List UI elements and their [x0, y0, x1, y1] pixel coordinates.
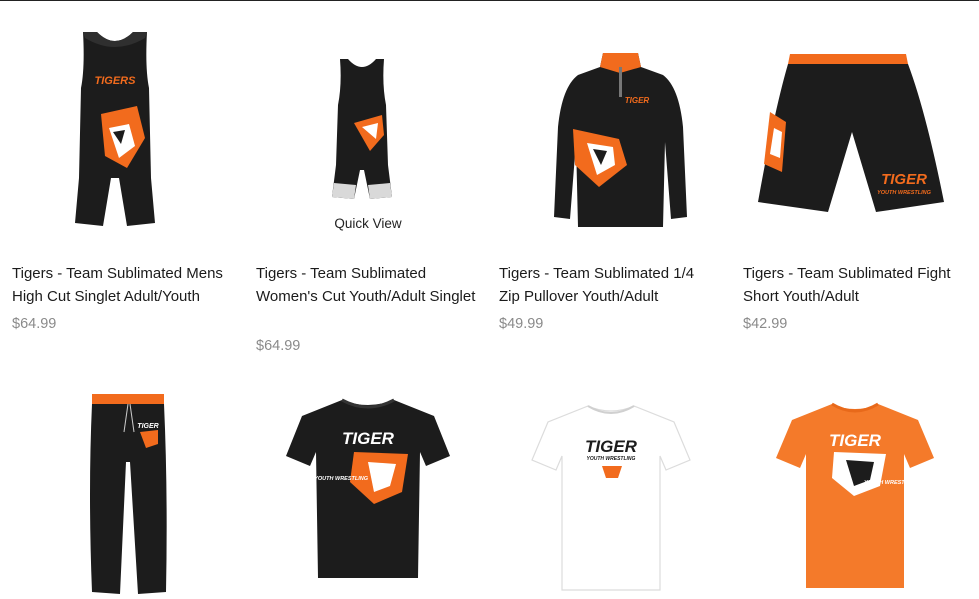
pullover-print-text: TIGER — [625, 96, 650, 105]
joggers-print-text: TIGER — [137, 423, 158, 430]
product-image-mens-singlet[interactable]: TIGERS — [75, 28, 155, 238]
product-image-quarter-zip-pullover[interactable]: TIGER — [553, 47, 688, 232]
product-image-orange-tshirt[interactable]: TIGER YOUTH WRESTLING — [774, 400, 936, 590]
orange-tee-print-text: TIGER — [829, 431, 882, 450]
white-tee-print-subtext: YOUTH WRESTLING — [587, 456, 636, 462]
product-title[interactable]: Tigers - Team Sublimated Mens High Cut S… — [12, 263, 244, 308]
singlet-print-text: TIGERS — [95, 75, 137, 87]
top-divider — [0, 0, 979, 1]
product-title[interactable]: Tigers - Team Sublimated Fight Short You… — [743, 263, 973, 308]
product-image-womens-singlet[interactable] — [330, 55, 394, 205]
product-image-black-tshirt[interactable]: TIGER YOUTH WRESTLING — [284, 396, 452, 581]
product-image-white-tshirt[interactable]: TIGER YOUTH WRESTLING — [530, 402, 692, 592]
short-print-subtext: YOUTH WRESTLING — [877, 190, 931, 196]
product-title[interactable]: Tigers - Team Sublimated 1/4 Zip Pullove… — [499, 263, 719, 308]
product-image-joggers[interactable]: TIGER — [88, 392, 170, 597]
orange-tee-print-subtext: YOUTH WRESTLING — [864, 480, 918, 486]
short-print-text: TIGER — [881, 171, 927, 188]
product-price: $64.99 — [12, 316, 57, 332]
black-tee-print-text: TIGER — [342, 429, 395, 448]
product-image-fight-short[interactable]: TIGER YOUTH WRESTLING — [756, 52, 946, 217]
black-tee-print-subtext: YOUTH WRESTLING — [314, 476, 368, 482]
quick-view-button[interactable]: Quick View — [320, 216, 416, 231]
product-title[interactable]: Tigers - Team Sublimated Women's Cut You… — [256, 263, 476, 308]
product-price: $42.99 — [743, 316, 788, 332]
white-tee-print-text: TIGER — [585, 437, 638, 456]
product-price: $64.99 — [256, 338, 301, 354]
product-price: $49.99 — [499, 316, 544, 332]
